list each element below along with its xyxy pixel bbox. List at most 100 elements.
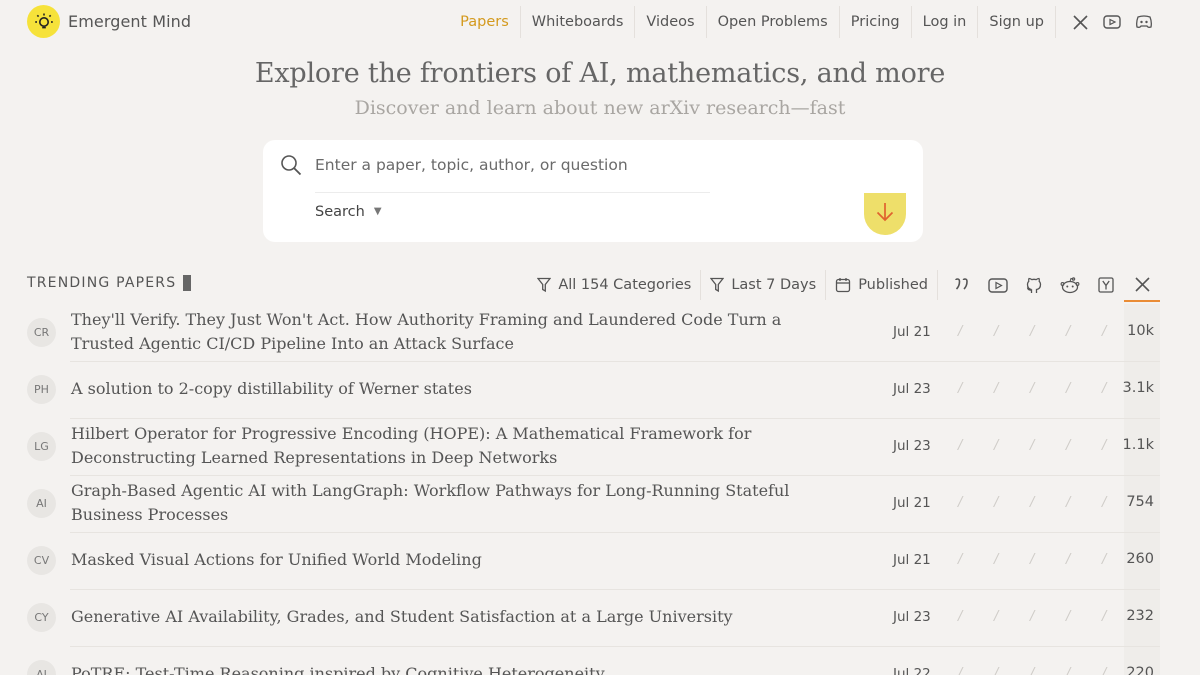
paper-title[interactable]: Generative AI Availability, Grades, and … [71,605,811,629]
table-row[interactable]: LG Hilbert Operator for Progressive Encod… [0,418,1200,475]
x-score: 10k [1127,322,1154,339]
hero-subtitle: Discover and learn about new arXiv resea… [354,97,846,119]
source-count-empty: / [994,323,999,339]
nav-whiteboards[interactable]: Whiteboards [519,6,635,38]
table-row[interactable]: CV Masked Visual Actions for Unified Worl… [0,532,1200,589]
paper-date: Jul 21 [893,494,931,511]
source-count-empty: / [1066,551,1071,567]
table-row[interactable]: PH A solution to 2-copy distillability of… [0,361,1200,418]
youtube-icon[interactable] [980,268,1016,302]
source-count-empty: / [958,551,963,567]
source-counts: / / / / / [958,666,1138,675]
reddit-icon[interactable] [1052,268,1088,302]
x-score: 1.1k [1122,436,1154,453]
source-count-empty: / [958,323,963,339]
category-badge: CV [27,545,56,575]
table-row[interactable]: CY Generative AI Availability, Grades, an… [0,589,1200,646]
paper-date: Jul 21 [893,323,931,340]
nav-sign-up[interactable]: Sign up [977,6,1055,38]
source-count-empty: / [1030,380,1035,396]
github-icon[interactable] [1016,268,1052,302]
paper-title[interactable]: Masked Visual Actions for Unified World … [71,548,811,572]
table-row[interactable]: CR They'll Verify. They Just Won't Act. H… [0,304,1200,361]
source-counts: / / / / / [958,495,1138,510]
table-row[interactable]: AI Graph-Based Agentic AI with LangGraph:… [0,475,1200,532]
paper-title[interactable]: Graph-Based Agentic AI with LangGraph: W… [71,479,811,527]
source-sort-icons [937,268,1160,302]
paper-title[interactable]: They'll Verify. They Just Won't Act. How… [71,308,811,356]
category-filter-label: All 154 Categories [558,277,692,293]
youtube-icon[interactable] [1096,6,1128,38]
x-score: 3.1k [1122,379,1154,396]
social-links [1055,6,1160,38]
row-divider [70,589,1160,590]
published-filter[interactable]: Published [825,270,937,300]
nav-videos[interactable]: Videos [634,6,705,38]
source-count-empty: / [958,608,963,624]
source-count-empty: / [1030,494,1035,510]
source-count-empty: / [1030,665,1035,675]
date-range-filter[interactable]: Last 7 Days [700,270,825,300]
paper-title[interactable]: Hilbert Operator for Progressive Encodin… [71,422,811,470]
x-score: 754 [1126,493,1154,510]
category-badge: PH [27,374,56,404]
source-count-empty: / [1066,665,1071,675]
hackernews-icon[interactable] [1088,268,1124,302]
source-counts: / / / / / [958,552,1138,567]
hero-title: Explore the frontiers of AI, mathematics… [254,58,946,89]
arrow-down-icon [875,201,895,227]
search-mode-dropdown[interactable]: Search ▼ [315,204,382,220]
source-count-empty: / [994,437,999,453]
source-count-empty: / [1030,551,1035,567]
nav-log-in[interactable]: Log in [910,6,978,38]
search-input[interactable] [315,150,905,180]
row-divider [70,532,1160,533]
nav-open-problems[interactable]: Open Problems [705,6,839,38]
quote-icon[interactable] [944,268,980,302]
source-count-empty: / [958,665,963,675]
x-icon[interactable] [1124,268,1160,302]
source-count-empty: / [1030,608,1035,624]
source-counts: / / / / / [958,324,1138,339]
table-row[interactable]: AI PoTRE: Test-Time Reasoning inspired by… [0,646,1200,675]
source-count-empty: / [1066,608,1071,624]
x-score: 220 [1126,664,1154,675]
trending-papers-heading: TRENDING PAPERS [27,275,192,291]
x-score: 232 [1126,607,1154,624]
source-count-empty: / [958,380,963,396]
source-count-empty: / [994,494,999,510]
source-count-empty: / [958,494,963,510]
date-range-label: Last 7 Days [731,277,817,293]
paper-title[interactable]: A solution to 2-copy distillability of W… [71,377,811,401]
source-counts: / / / / / [958,381,1138,396]
source-count-empty: / [1066,437,1071,453]
caret-down-icon: ▼ [373,205,382,217]
nav-pricing[interactable]: Pricing [838,6,911,38]
category-badge: AI [27,488,56,518]
source-count-empty: / [994,551,999,567]
row-divider [70,646,1160,647]
main-nav: Papers Whiteboards Videos Open Problems … [449,0,1160,44]
row-divider [70,418,1160,419]
row-divider [70,361,1160,362]
lightbulb-icon [27,5,60,38]
source-count-empty: / [1066,323,1071,339]
search-submit-button[interactable] [864,193,906,235]
nav-papers[interactable]: Papers [449,6,520,38]
cursor-bar [183,275,192,291]
source-count-empty: / [1066,494,1071,510]
brand-logo[interactable]: Emergent Mind [27,5,191,38]
discord-icon[interactable] [1128,6,1160,38]
search-icon [280,154,302,180]
paper-date: Jul 23 [893,608,931,625]
source-count-empty: / [994,380,999,396]
trending-filters: All 154 Categories Last 7 Days Published [528,268,1160,302]
paper-title[interactable]: PoTRE: Test-Time Reasoning inspired by C… [71,662,811,675]
category-filter[interactable]: All 154 Categories [528,270,700,300]
paper-date: Jul 22 [893,665,931,675]
paper-date: Jul 23 [893,380,931,397]
brand-name: Emergent Mind [68,12,192,31]
calendar-icon [836,278,851,293]
source-count-empty: / [1066,380,1071,396]
x-icon[interactable] [1064,6,1096,38]
